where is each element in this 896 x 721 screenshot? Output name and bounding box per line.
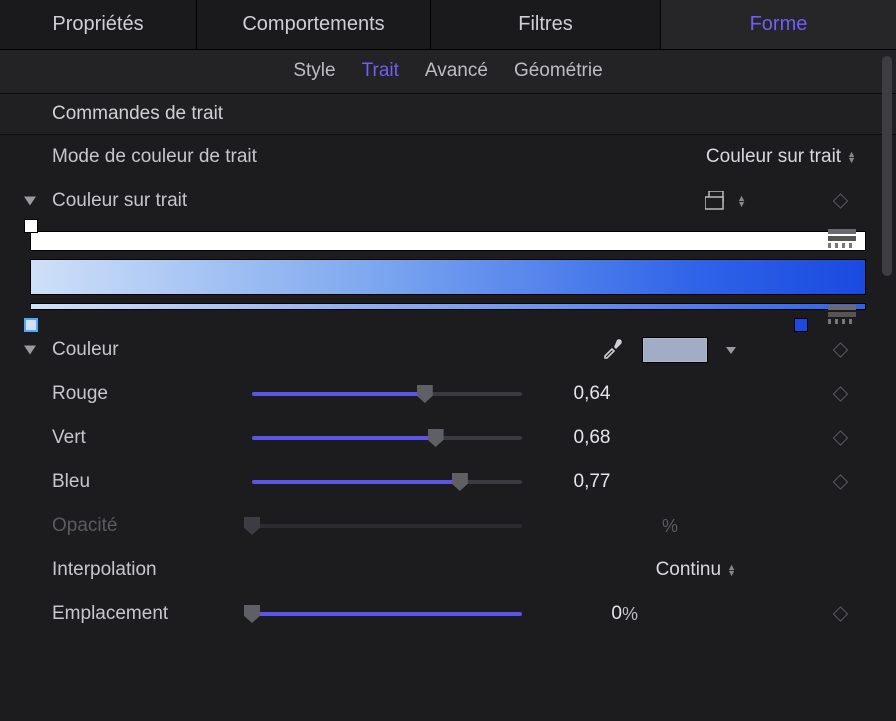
subtab-style[interactable]: Style [293, 60, 335, 82]
subtab-stroke[interactable]: Trait [362, 60, 399, 82]
row-location: Emplacement 0 % [0, 592, 896, 636]
slider-opacity [252, 524, 522, 528]
row-color-over-stroke: Couleur sur trait ▲▼ [0, 179, 896, 223]
stepper-icon: ▲▼ [847, 151, 856, 163]
row-opacity: Opacité % [0, 504, 896, 548]
disclosure-color[interactable] [24, 346, 36, 355]
slider-thumb[interactable] [417, 385, 433, 403]
row-stroke-color-mode: Mode de couleur de trait Couleur sur tra… [0, 135, 896, 179]
row-red: Rouge 0,64 [0, 372, 896, 416]
keyframe-toggle[interactable] [833, 430, 849, 446]
popup-stroke-color-mode[interactable]: Couleur sur trait ▲▼ [706, 146, 856, 168]
subtab-advanced[interactable]: Avancé [425, 60, 488, 82]
subtab-geometry[interactable]: Géométrie [514, 60, 603, 82]
disclosure-color-over-stroke[interactable] [24, 197, 36, 206]
scrollbar-thumb[interactable] [882, 56, 892, 276]
row-green: Vert 0,68 [0, 416, 896, 460]
label-location: Emplacement [52, 603, 252, 625]
slider-blue[interactable] [252, 480, 522, 484]
stepper-icon: ▲▼ [727, 564, 736, 576]
chevron-down-icon[interactable] [726, 347, 736, 354]
color-swatch[interactable] [642, 337, 708, 363]
label-interpolation: Interpolation [52, 559, 312, 581]
sub-tab-bar: Style Trait Avancé Géométrie [0, 50, 896, 94]
slider-location[interactable] [252, 612, 522, 616]
tab-properties[interactable]: Propriétés [0, 0, 197, 49]
tab-behaviors[interactable]: Comportements [197, 0, 431, 49]
value-red[interactable]: 0,64 [522, 383, 662, 405]
label-green: Vert [52, 427, 252, 449]
slider-green[interactable] [252, 436, 522, 440]
label-stroke-color-mode: Mode de couleur de trait [52, 146, 312, 168]
keyframe-toggle[interactable] [833, 606, 849, 622]
popup-interpolation[interactable]: Continu ▲▼ [656, 559, 736, 581]
row-color: Couleur [0, 328, 896, 372]
popup-stroke-color-mode-value: Couleur sur trait [706, 146, 841, 168]
slider-red[interactable] [252, 392, 522, 396]
row-blue: Bleu 0,77 [0, 460, 896, 504]
gradient-preview-strip [30, 303, 866, 310]
unit-opacity: % [662, 516, 692, 537]
label-blue: Bleu [52, 471, 252, 493]
gradient-tags-bottom-button[interactable] [828, 305, 856, 326]
unit-location: % [622, 604, 652, 625]
gradient-presets-icon[interactable] [705, 191, 727, 211]
eyedropper-icon[interactable] [602, 337, 624, 364]
tab-filters[interactable]: Filtres [431, 0, 661, 49]
label-color: Couleur [52, 339, 312, 361]
slider-thumb[interactable] [452, 473, 468, 491]
gradient-opacity-stop-left[interactable] [24, 219, 38, 233]
keyframe-toggle[interactable] [833, 386, 849, 402]
keyframe-toggle[interactable] [833, 474, 849, 490]
main-tab-bar: Propriétés Comportements Filtres Forme [0, 0, 896, 50]
gradient-opacity-strip[interactable] [30, 231, 866, 251]
tab-shape[interactable]: Forme [661, 0, 896, 49]
slider-thumb[interactable] [428, 429, 444, 447]
value-green[interactable]: 0,68 [522, 427, 662, 449]
label-color-over-stroke: Couleur sur trait [52, 190, 312, 212]
label-red: Rouge [52, 383, 252, 405]
gradient-tags-top-button[interactable] [828, 229, 856, 250]
value-location[interactable]: 0 [522, 603, 622, 625]
label-opacity: Opacité [52, 515, 252, 537]
value-blue[interactable]: 0,77 [522, 471, 662, 493]
stepper-icon[interactable]: ▲▼ [737, 195, 746, 207]
gradient-editor [0, 223, 896, 328]
gradient-color-strip[interactable] [30, 259, 866, 295]
vertical-scrollbar[interactable] [882, 56, 892, 715]
section-header-stroke-controls: Commandes de trait [0, 94, 896, 135]
popup-interpolation-value: Continu [656, 559, 722, 581]
row-interpolation: Interpolation Continu ▲▼ [0, 548, 896, 592]
